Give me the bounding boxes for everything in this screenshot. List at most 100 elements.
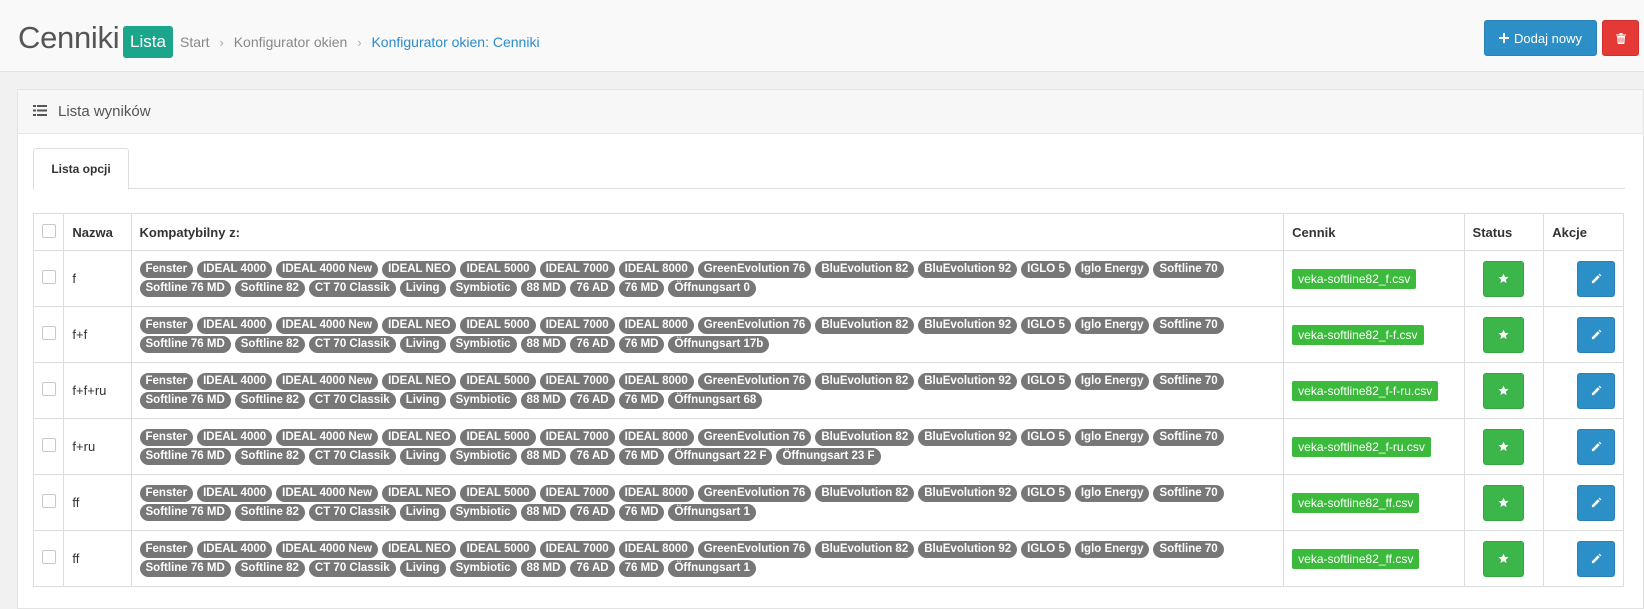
compatibility-tag: Softline 76 MD — [139, 559, 231, 577]
compatibility-tag: Softline 82 — [234, 447, 305, 465]
compatibility-tag: CT 70 Classik — [308, 447, 396, 465]
tag-list: Fenster IDEAL 4000 IDEAL 4000 New IDEAL NEO… — [139, 540, 1276, 577]
compatibility-tag: CT 70 Classik — [308, 279, 396, 297]
row-compatible: Fenster IDEAL 4000 IDEAL 4000 New IDEAL NEO… — [130, 306, 1285, 363]
compatibility-tag: Fenster — [139, 540, 194, 558]
compatibility-tag: 76 AD — [570, 447, 615, 465]
status-button[interactable] — [1483, 260, 1525, 297]
compatibility-tag: BluEvolution 82 — [815, 316, 915, 334]
row-checkbox[interactable] — [42, 270, 56, 284]
compatibility-tag: IDEAL 7000 — [539, 372, 615, 390]
compatibility-tag: Iglo Energy — [1074, 428, 1150, 446]
compatibility-tag: 76 MD — [618, 503, 665, 521]
compatibility-tag: GreenEvolution 76 — [697, 540, 812, 558]
compatibility-tag: Living — [399, 447, 446, 465]
column-header-pricelist[interactable]: Cennik — [1283, 213, 1465, 251]
tag-list: Fenster IDEAL 4000 IDEAL 4000 New IDEAL NEO… — [139, 260, 1276, 297]
edit-button[interactable] — [1577, 372, 1615, 409]
compatibility-tag: Living — [399, 503, 446, 521]
compatibility-tag: CT 70 Classik — [308, 503, 396, 521]
pricelist-file-badge: veka-softline82_f.csv — [1292, 268, 1417, 289]
column-header-actions: Akcje — [1543, 213, 1624, 251]
compatibility-tag: IDEAL 4000 — [197, 540, 273, 558]
compatibility-tag: IDEAL 8000 — [618, 484, 694, 502]
compatibility-tag: IDEAL NEO — [382, 260, 457, 278]
table-row: f+ru Fenster IDEAL 4000 IDEAL 4000 New IDEAL… — [32, 418, 1624, 475]
compatibility-tag: IDEAL 5000 — [460, 260, 536, 278]
breadcrumb-cenniki[interactable]: Konfigurator okien: Cenniki — [371, 34, 539, 50]
panel-title: Lista wyników — [58, 103, 151, 120]
results-table: Nazwa Kompatybilny z: Cennik Status Akcj… — [32, 213, 1624, 587]
table-header-row: Nazwa Kompatybilny z: Cennik Status Akcj… — [32, 213, 1624, 251]
compatibility-tag: BluEvolution 92 — [918, 484, 1018, 502]
add-new-button[interactable]: Dodaj nowy — [1484, 20, 1597, 56]
compatibility-tag: Öffnungsart 68 — [668, 391, 763, 409]
compatibility-tag: IGLO 5 — [1021, 316, 1071, 334]
row-pricelist: veka-softline82_ff.csv — [1283, 474, 1465, 531]
row-pricelist: veka-softline82_ff.csv — [1283, 530, 1465, 587]
pricelist-file-badge: veka-softline82_f-f.csv — [1292, 324, 1424, 345]
status-button[interactable] — [1483, 428, 1525, 465]
row-compatible: Fenster IDEAL 4000 IDEAL 4000 New IDEAL NEO… — [130, 250, 1285, 307]
edit-button[interactable] — [1577, 316, 1615, 353]
compatibility-tag: 88 MD — [520, 391, 567, 409]
row-checkbox-cell — [32, 250, 65, 307]
breadcrumb-start[interactable]: Start — [180, 34, 210, 50]
row-compatible: Fenster IDEAL 4000 IDEAL 4000 New IDEAL NEO… — [130, 474, 1285, 531]
row-checkbox[interactable] — [42, 382, 56, 396]
column-header-compatible: Kompatybilny z: — [130, 213, 1285, 251]
row-checkbox[interactable] — [42, 438, 56, 452]
compatibility-tag: IDEAL 4000 — [197, 260, 273, 278]
compatibility-tag: IDEAL 5000 — [460, 484, 536, 502]
status-button[interactable] — [1483, 372, 1525, 409]
compatibility-tag: Iglo Energy — [1074, 540, 1150, 558]
edit-button[interactable] — [1577, 540, 1615, 577]
compatibility-tag: Symbiotic — [449, 447, 517, 465]
compatibility-tag: IDEAL 8000 — [618, 260, 694, 278]
compatibility-tag: CT 70 Classik — [308, 559, 396, 577]
compatibility-tag: Softline 82 — [234, 279, 305, 297]
row-pricelist: veka-softline82_f-f.csv — [1283, 306, 1465, 363]
tag-list: Fenster IDEAL 4000 IDEAL 4000 New IDEAL NEO… — [139, 372, 1276, 409]
column-header-status[interactable]: Status — [1463, 213, 1545, 251]
edit-button[interactable] — [1577, 260, 1615, 297]
row-checkbox[interactable] — [42, 494, 56, 508]
page-badge: Lista — [123, 26, 173, 58]
row-checkbox[interactable] — [42, 550, 56, 564]
edit-button[interactable] — [1577, 428, 1615, 465]
status-button[interactable] — [1483, 540, 1525, 577]
breadcrumb-konfigurator[interactable]: Konfigurator okien — [234, 34, 348, 50]
compatibility-tag: Symbiotic — [449, 559, 517, 577]
compatibility-tag: IDEAL 4000 New — [276, 372, 379, 390]
tab-lista-opcji[interactable]: Lista opcji — [33, 148, 129, 190]
breadcrumb-separator: › — [357, 35, 362, 50]
compatibility-tag: IDEAL 8000 — [618, 428, 694, 446]
pencil-icon — [1591, 273, 1601, 284]
row-compatible: Fenster IDEAL 4000 IDEAL 4000 New IDEAL NEO… — [130, 418, 1285, 475]
compatibility-tag: IGLO 5 — [1021, 428, 1071, 446]
status-button[interactable] — [1483, 316, 1525, 353]
compatibility-tag: 76 AD — [570, 391, 615, 409]
compatibility-tag: CT 70 Classik — [308, 391, 396, 409]
compatibility-tag: IDEAL 7000 — [539, 316, 615, 334]
tabs: Lista opcji — [33, 148, 1625, 190]
row-checkbox[interactable] — [42, 326, 56, 340]
compatibility-tag: GreenEvolution 76 — [697, 260, 812, 278]
compatibility-tag: Öffnungsart 0 — [668, 279, 756, 297]
compatibility-tag: BluEvolution 82 — [815, 428, 915, 446]
compatibility-tag: Iglo Energy — [1074, 372, 1150, 390]
select-all-checkbox[interactable] — [42, 223, 56, 238]
compatibility-tag: 76 MD — [618, 447, 665, 465]
column-header-name[interactable]: Nazwa — [63, 213, 132, 251]
compatibility-tag: Fenster — [139, 316, 194, 334]
compatibility-tag: Iglo Energy — [1074, 484, 1150, 502]
compatibility-tag: GreenEvolution 76 — [697, 372, 812, 390]
status-button[interactable] — [1483, 484, 1525, 521]
edit-button[interactable] — [1577, 484, 1615, 521]
page-title: Cenniki — [18, 20, 120, 55]
compatibility-tag: IDEAL 4000 — [197, 372, 273, 390]
row-pricelist: veka-softline82_f-f-ru.csv — [1283, 362, 1465, 419]
row-checkbox-cell — [32, 306, 65, 363]
delete-button[interactable] — [1602, 20, 1639, 56]
row-compatible: Fenster IDEAL 4000 IDEAL 4000 New IDEAL NEO… — [130, 362, 1285, 419]
